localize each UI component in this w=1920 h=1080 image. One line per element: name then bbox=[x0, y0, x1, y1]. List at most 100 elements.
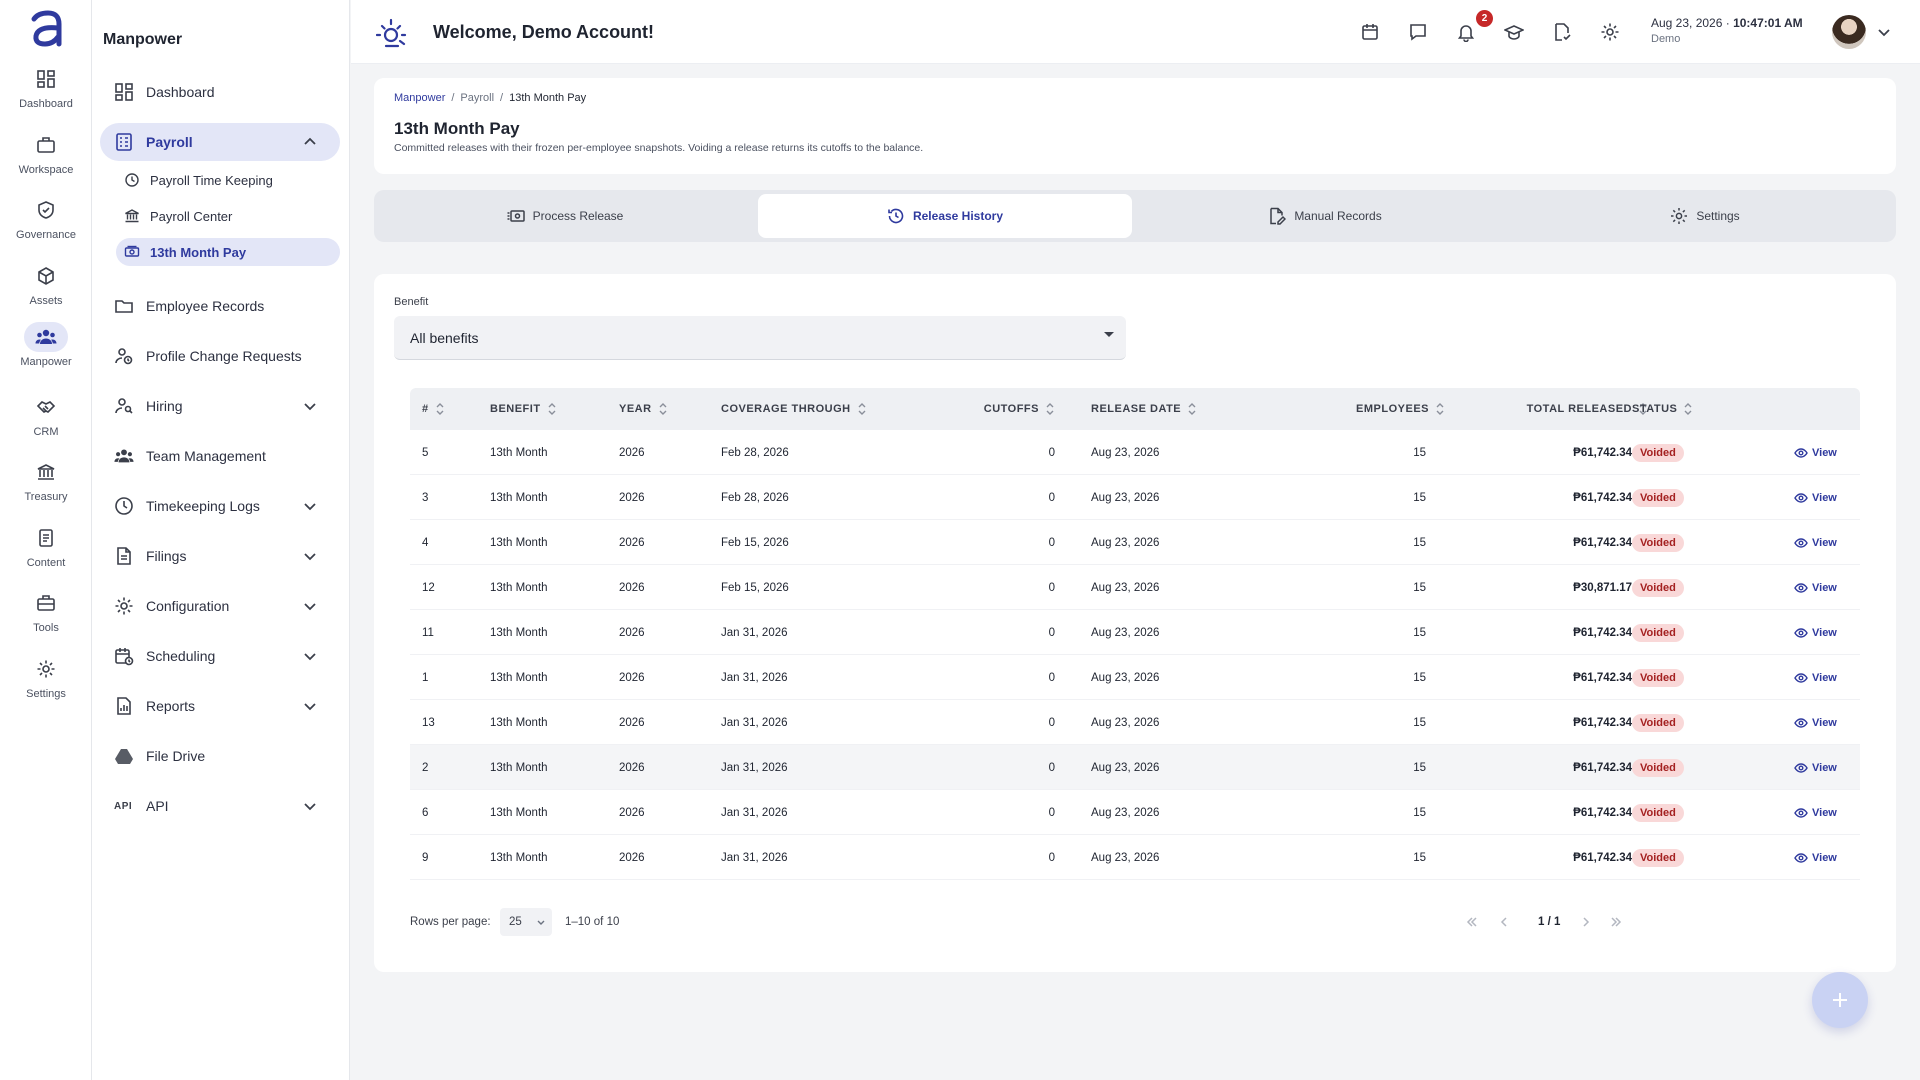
rail-item-settings[interactable]: Settings bbox=[0, 654, 92, 716]
cell-cutoffs: 0 bbox=[1048, 491, 1055, 504]
column-header-status[interactable]: Status bbox=[1632, 388, 1693, 430]
calendar-clock-icon bbox=[115, 648, 134, 666]
avatar[interactable] bbox=[1832, 15, 1866, 49]
chevron-up-icon[interactable] bbox=[302, 134, 318, 150]
sidebar-item-profile-change-requests[interactable]: Profile Change Requests bbox=[100, 337, 340, 375]
view-link[interactable]: View bbox=[1794, 536, 1837, 550]
rail-item-treasury[interactable]: Treasury bbox=[0, 457, 92, 519]
table-row[interactable]: 11 13th Month 2026 Jan 31, 2026 0 Aug 23, 202… bbox=[410, 610, 1860, 655]
rail-item-workspace[interactable]: Workspace bbox=[0, 130, 92, 192]
gear-icon bbox=[1671, 208, 1688, 224]
table-row[interactable]: 3 13th Month 2026 Feb 28, 2026 0 Aug 23, 2026… bbox=[410, 475, 1860, 520]
sidebar-item-payroll[interactable]: Payroll bbox=[100, 123, 340, 161]
chevron-down-icon[interactable] bbox=[302, 398, 318, 414]
column-header-release-date[interactable]: Release Date bbox=[1091, 388, 1197, 430]
breadcrumb-item-manpower[interactable]: Manpower bbox=[394, 92, 445, 104]
sort-icon bbox=[1436, 403, 1444, 415]
cell-id: 2 bbox=[422, 761, 429, 774]
sidebar-subitem-payroll-time-keeping[interactable]: Payroll Time Keeping bbox=[116, 166, 340, 194]
table-body: 5 13th Month 2026 Feb 28, 2026 0 Aug 23, 2026… bbox=[410, 430, 1860, 880]
view-link[interactable]: View bbox=[1794, 671, 1837, 685]
column-header-benefit[interactable]: Benefit bbox=[490, 388, 557, 430]
cell-release-date: Aug 23, 2026 bbox=[1091, 491, 1160, 504]
chat-icon[interactable] bbox=[1408, 22, 1428, 42]
tab-release-history[interactable]: Release History bbox=[758, 194, 1132, 238]
cell-cutoffs: 0 bbox=[1048, 536, 1055, 549]
last-page-icon[interactable] bbox=[1608, 914, 1624, 930]
sidebar-item-api[interactable]: API API bbox=[100, 787, 340, 825]
rail-item-dashboard[interactable]: Dashboard bbox=[0, 64, 92, 126]
benefit-filter-select[interactable]: All benefits bbox=[394, 316, 1126, 360]
gear-icon[interactable] bbox=[1600, 22, 1620, 42]
column-header-id[interactable]: # bbox=[422, 388, 445, 430]
view-link[interactable]: View bbox=[1794, 446, 1837, 460]
breadcrumb-item-payroll[interactable]: Payroll bbox=[460, 92, 494, 104]
column-header-year[interactable]: Year bbox=[619, 388, 668, 430]
view-link[interactable]: View bbox=[1794, 851, 1837, 865]
rail-item-governance[interactable]: Governance bbox=[0, 195, 92, 257]
sidebar-item-hiring[interactable]: Hiring bbox=[100, 387, 340, 425]
sidebar-item-configuration[interactable]: Configuration bbox=[100, 587, 340, 625]
view-link[interactable]: View bbox=[1794, 806, 1837, 820]
chevron-down-icon[interactable] bbox=[302, 548, 318, 564]
rows-per-page-label: Rows per page: bbox=[410, 916, 491, 928]
sidebar-subitem-13th-month-pay[interactable]: 13th Month Pay bbox=[116, 238, 340, 266]
tab-process-release[interactable]: Process Release bbox=[378, 194, 752, 238]
chevron-down-icon[interactable] bbox=[302, 648, 318, 664]
add-button[interactable] bbox=[1812, 972, 1868, 1028]
tab-manual-records[interactable]: Manual Records bbox=[1138, 194, 1512, 238]
sidebar-item-file-drive[interactable]: File Drive bbox=[100, 737, 340, 775]
chevron-down-icon[interactable] bbox=[302, 798, 318, 814]
chevron-down-icon[interactable] bbox=[302, 598, 318, 614]
column-header-cutoffs[interactable]: Cutoffs bbox=[950, 388, 1055, 430]
view-link[interactable]: View bbox=[1794, 761, 1837, 775]
sidebar-item-employee-records[interactable]: Employee Records bbox=[100, 287, 340, 325]
view-link[interactable]: View bbox=[1794, 716, 1837, 730]
bell-icon[interactable] bbox=[1456, 22, 1476, 42]
sidebar-item-filings[interactable]: Filings bbox=[100, 537, 340, 575]
column-header-total-released[interactable]: Total Released bbox=[1450, 388, 1648, 430]
tab-settings[interactable]: Settings bbox=[1518, 194, 1892, 238]
rail-item-assets[interactable]: Assets bbox=[0, 261, 92, 323]
rows-per-page-select[interactable]: 25 bbox=[500, 908, 552, 936]
table-row[interactable]: 12 13th Month 2026 Feb 15, 2026 0 Aug 23, 202… bbox=[410, 565, 1860, 610]
rail-item-tools[interactable]: Tools bbox=[0, 588, 92, 650]
sort-icon bbox=[1046, 403, 1054, 415]
sidebar-item-team-management[interactable]: Team Management bbox=[100, 437, 340, 475]
next-page-icon[interactable] bbox=[1578, 914, 1594, 930]
sidebar-item-timekeeping-logs[interactable]: Timekeeping Logs bbox=[100, 487, 340, 525]
sidebar-item-reports[interactable]: Reports bbox=[100, 687, 340, 725]
cell-status: Voided bbox=[1632, 565, 1684, 610]
table-row[interactable]: 4 13th Month 2026 Feb 15, 2026 0 Aug 23, 2026… bbox=[410, 520, 1860, 565]
cell-year: 2026 bbox=[619, 761, 645, 774]
brand-icon bbox=[376, 18, 407, 48]
chevron-down-icon[interactable] bbox=[302, 698, 318, 714]
document-check-icon[interactable] bbox=[1552, 22, 1572, 42]
view-link[interactable]: View bbox=[1794, 491, 1837, 505]
cell-benefit: 13th Month bbox=[490, 581, 548, 594]
app-logo-icon[interactable] bbox=[28, 10, 64, 48]
rail-item-manpower[interactable]: Manpower bbox=[0, 322, 92, 384]
table-row[interactable]: 13 13th Month 2026 Jan 31, 2026 0 Aug 23, 202… bbox=[410, 700, 1860, 745]
table-row[interactable]: 1 13th Month 2026 Jan 31, 2026 0 Aug 23, 2026… bbox=[410, 655, 1860, 700]
first-page-icon[interactable] bbox=[1464, 914, 1480, 930]
sidebar-item-scheduling[interactable]: Scheduling bbox=[100, 637, 340, 675]
rail-item-crm[interactable]: CRM bbox=[0, 392, 92, 454]
chevron-down-icon[interactable] bbox=[1876, 24, 1892, 40]
table-row[interactable]: 5 13th Month 2026 Feb 28, 2026 0 Aug 23, 2026… bbox=[410, 430, 1860, 475]
column-header-employees[interactable]: Employees bbox=[1260, 388, 1445, 430]
sidebar-subitem-payroll-center[interactable]: Payroll Center bbox=[116, 202, 340, 230]
view-link[interactable]: View bbox=[1794, 626, 1837, 640]
previous-page-icon[interactable] bbox=[1496, 914, 1512, 930]
graduation-cap-icon[interactable] bbox=[1504, 22, 1524, 42]
table-row[interactable]: 6 13th Month 2026 Jan 31, 2026 0 Aug 23, 2026… bbox=[410, 790, 1860, 835]
sidebar-item-dashboard[interactable]: Dashboard bbox=[100, 73, 340, 111]
status-badge: Voided bbox=[1632, 578, 1684, 597]
view-link[interactable]: View bbox=[1794, 581, 1837, 595]
table-row[interactable]: 9 13th Month 2026 Jan 31, 2026 0 Aug 23, 2026… bbox=[410, 835, 1860, 880]
calendar-icon[interactable] bbox=[1360, 22, 1380, 42]
chevron-down-icon[interactable] bbox=[302, 498, 318, 514]
table-row[interactable]: 2 13th Month 2026 Jan 31, 2026 0 Aug 23, 2026… bbox=[410, 745, 1860, 790]
rail-item-content[interactable]: Content bbox=[0, 523, 92, 585]
column-header-coverage-through[interactable]: Coverage Through bbox=[721, 388, 867, 430]
